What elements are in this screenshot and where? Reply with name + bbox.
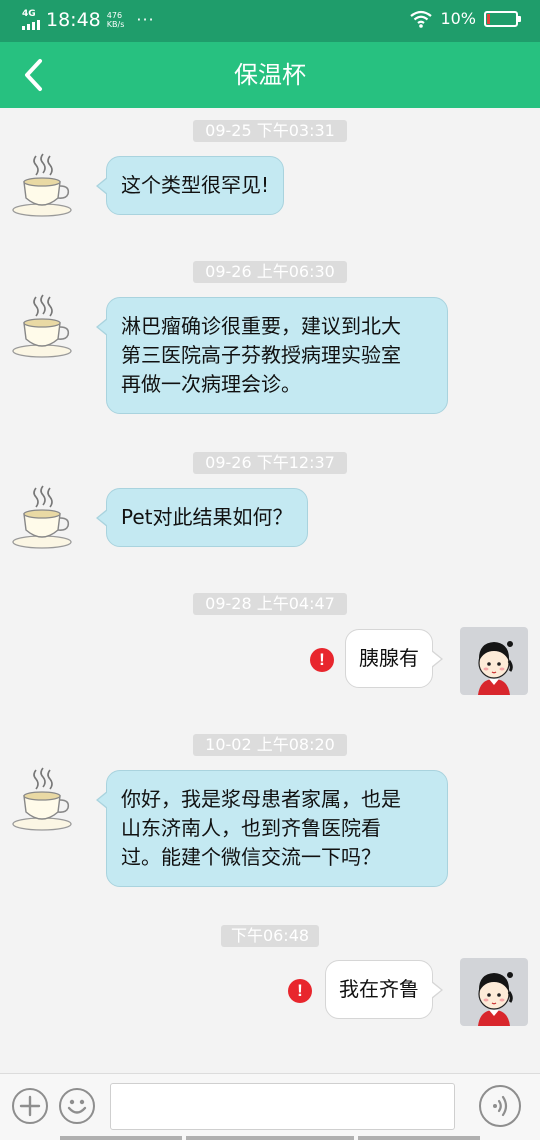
teacup-avatar[interactable] [10, 484, 78, 552]
message-text-line: 淋巴瘤确诊很重要，建议到北大 [121, 314, 401, 338]
message-text-line: 山东济南人，也到齐鲁医院看 [121, 816, 381, 840]
plus-icon [19, 1095, 41, 1117]
outgoing-message-bubble[interactable]: 我在齐鲁 [325, 960, 443, 1019]
message-timestamp: 下午06:48 [221, 925, 319, 947]
outgoing-message-bubble[interactable]: 胰腺有 [345, 629, 443, 688]
battery-icon [484, 10, 521, 27]
send-failed-icon[interactable]: ! [288, 979, 312, 1003]
send-failed-icon[interactable]: ! [310, 648, 334, 672]
incoming-message-bubble[interactable]: 这个类型很罕见! [95, 156, 285, 215]
message-timestamp: 10-02 上午08:20 [193, 734, 347, 756]
teacup-icon [12, 485, 72, 549]
message-text-line: 第三医院高子芬教授病理实验室 [121, 343, 401, 367]
voice-button[interactable] [479, 1085, 521, 1127]
message-timestamp: 09-26 上午06:30 [193, 261, 347, 283]
incoming-message-bubble[interactable]: 淋巴瘤确诊很重要，建议到北大 第三医院高子芬教授病理实验室 再做一次病理会诊。 [96, 297, 448, 414]
message-input[interactable] [110, 1083, 455, 1130]
message-text-line: 再做一次病理会诊。 [121, 372, 301, 396]
message-text-line: 过。能建个微信交流一下吗？ [121, 845, 381, 869]
input-bar [0, 1073, 540, 1140]
add-button[interactable] [12, 1088, 48, 1124]
girl-avatar-icon [460, 627, 528, 695]
girl-avatar-icon [460, 958, 528, 1026]
message-timestamp: 09-28 上午04:47 [193, 593, 347, 615]
teacup-icon [12, 294, 72, 358]
speed-unit: KB/s [106, 20, 125, 29]
wifi-icon [410, 10, 433, 28]
emoji-button[interactable] [59, 1088, 95, 1124]
chat-list[interactable]: 09-25 下午03:31 这个类型很罕见! 09-26 上午06:30 淋巴瘤… [0, 108, 540, 1073]
voice-icon [493, 1095, 508, 1117]
message-timestamp: 09-25 下午03:31 [193, 120, 347, 142]
cellular-signal-icon: 4G [22, 10, 40, 30]
teacup-avatar[interactable] [10, 152, 78, 220]
teacup-icon [12, 767, 72, 831]
incoming-message-bubble[interactable]: 你好，我是浆母患者家属，也是 山东济南人，也到齐鲁医院看 过。能建个微信交流一下… [96, 770, 448, 887]
teacup-avatar[interactable] [10, 766, 78, 834]
network-speed: 476 KB/s [107, 11, 125, 29]
title-bar: 保温杯 [0, 42, 540, 108]
page-title: 保温杯 [234, 61, 306, 89]
status-bar: 4G 18:48 476 KB/s ··· 10% [0, 0, 540, 42]
smiley-icon [67, 1099, 87, 1114]
user-avatar[interactable] [460, 958, 528, 1026]
network-type: 4G [22, 9, 36, 19]
battery-percent: 10% [440, 9, 476, 28]
more-notifications-icon: ··· [136, 10, 155, 29]
keyboard-hint-bar [60, 1136, 182, 1140]
keyboard-hint-bar [358, 1136, 480, 1140]
message-text: 我在齐鲁 [339, 977, 419, 1001]
message-timestamp: 09-26 下午12:37 [193, 452, 347, 474]
keyboard-hint-bar [186, 1136, 354, 1140]
teacup-icon [12, 153, 72, 217]
incoming-message-bubble[interactable]: Pet对此结果如何？ [96, 488, 308, 547]
clock: 18:48 [46, 9, 101, 31]
message-text: Pet对此结果如何？ [121, 505, 293, 529]
message-text: 胰腺有 [359, 646, 419, 670]
message-text: 这个类型很罕见! [121, 173, 270, 197]
user-avatar[interactable] [460, 627, 528, 695]
speed-value: 476 [106, 11, 123, 20]
teacup-avatar[interactable] [10, 293, 78, 361]
message-text-line: 你好，我是浆母患者家属，也是 [121, 787, 401, 811]
